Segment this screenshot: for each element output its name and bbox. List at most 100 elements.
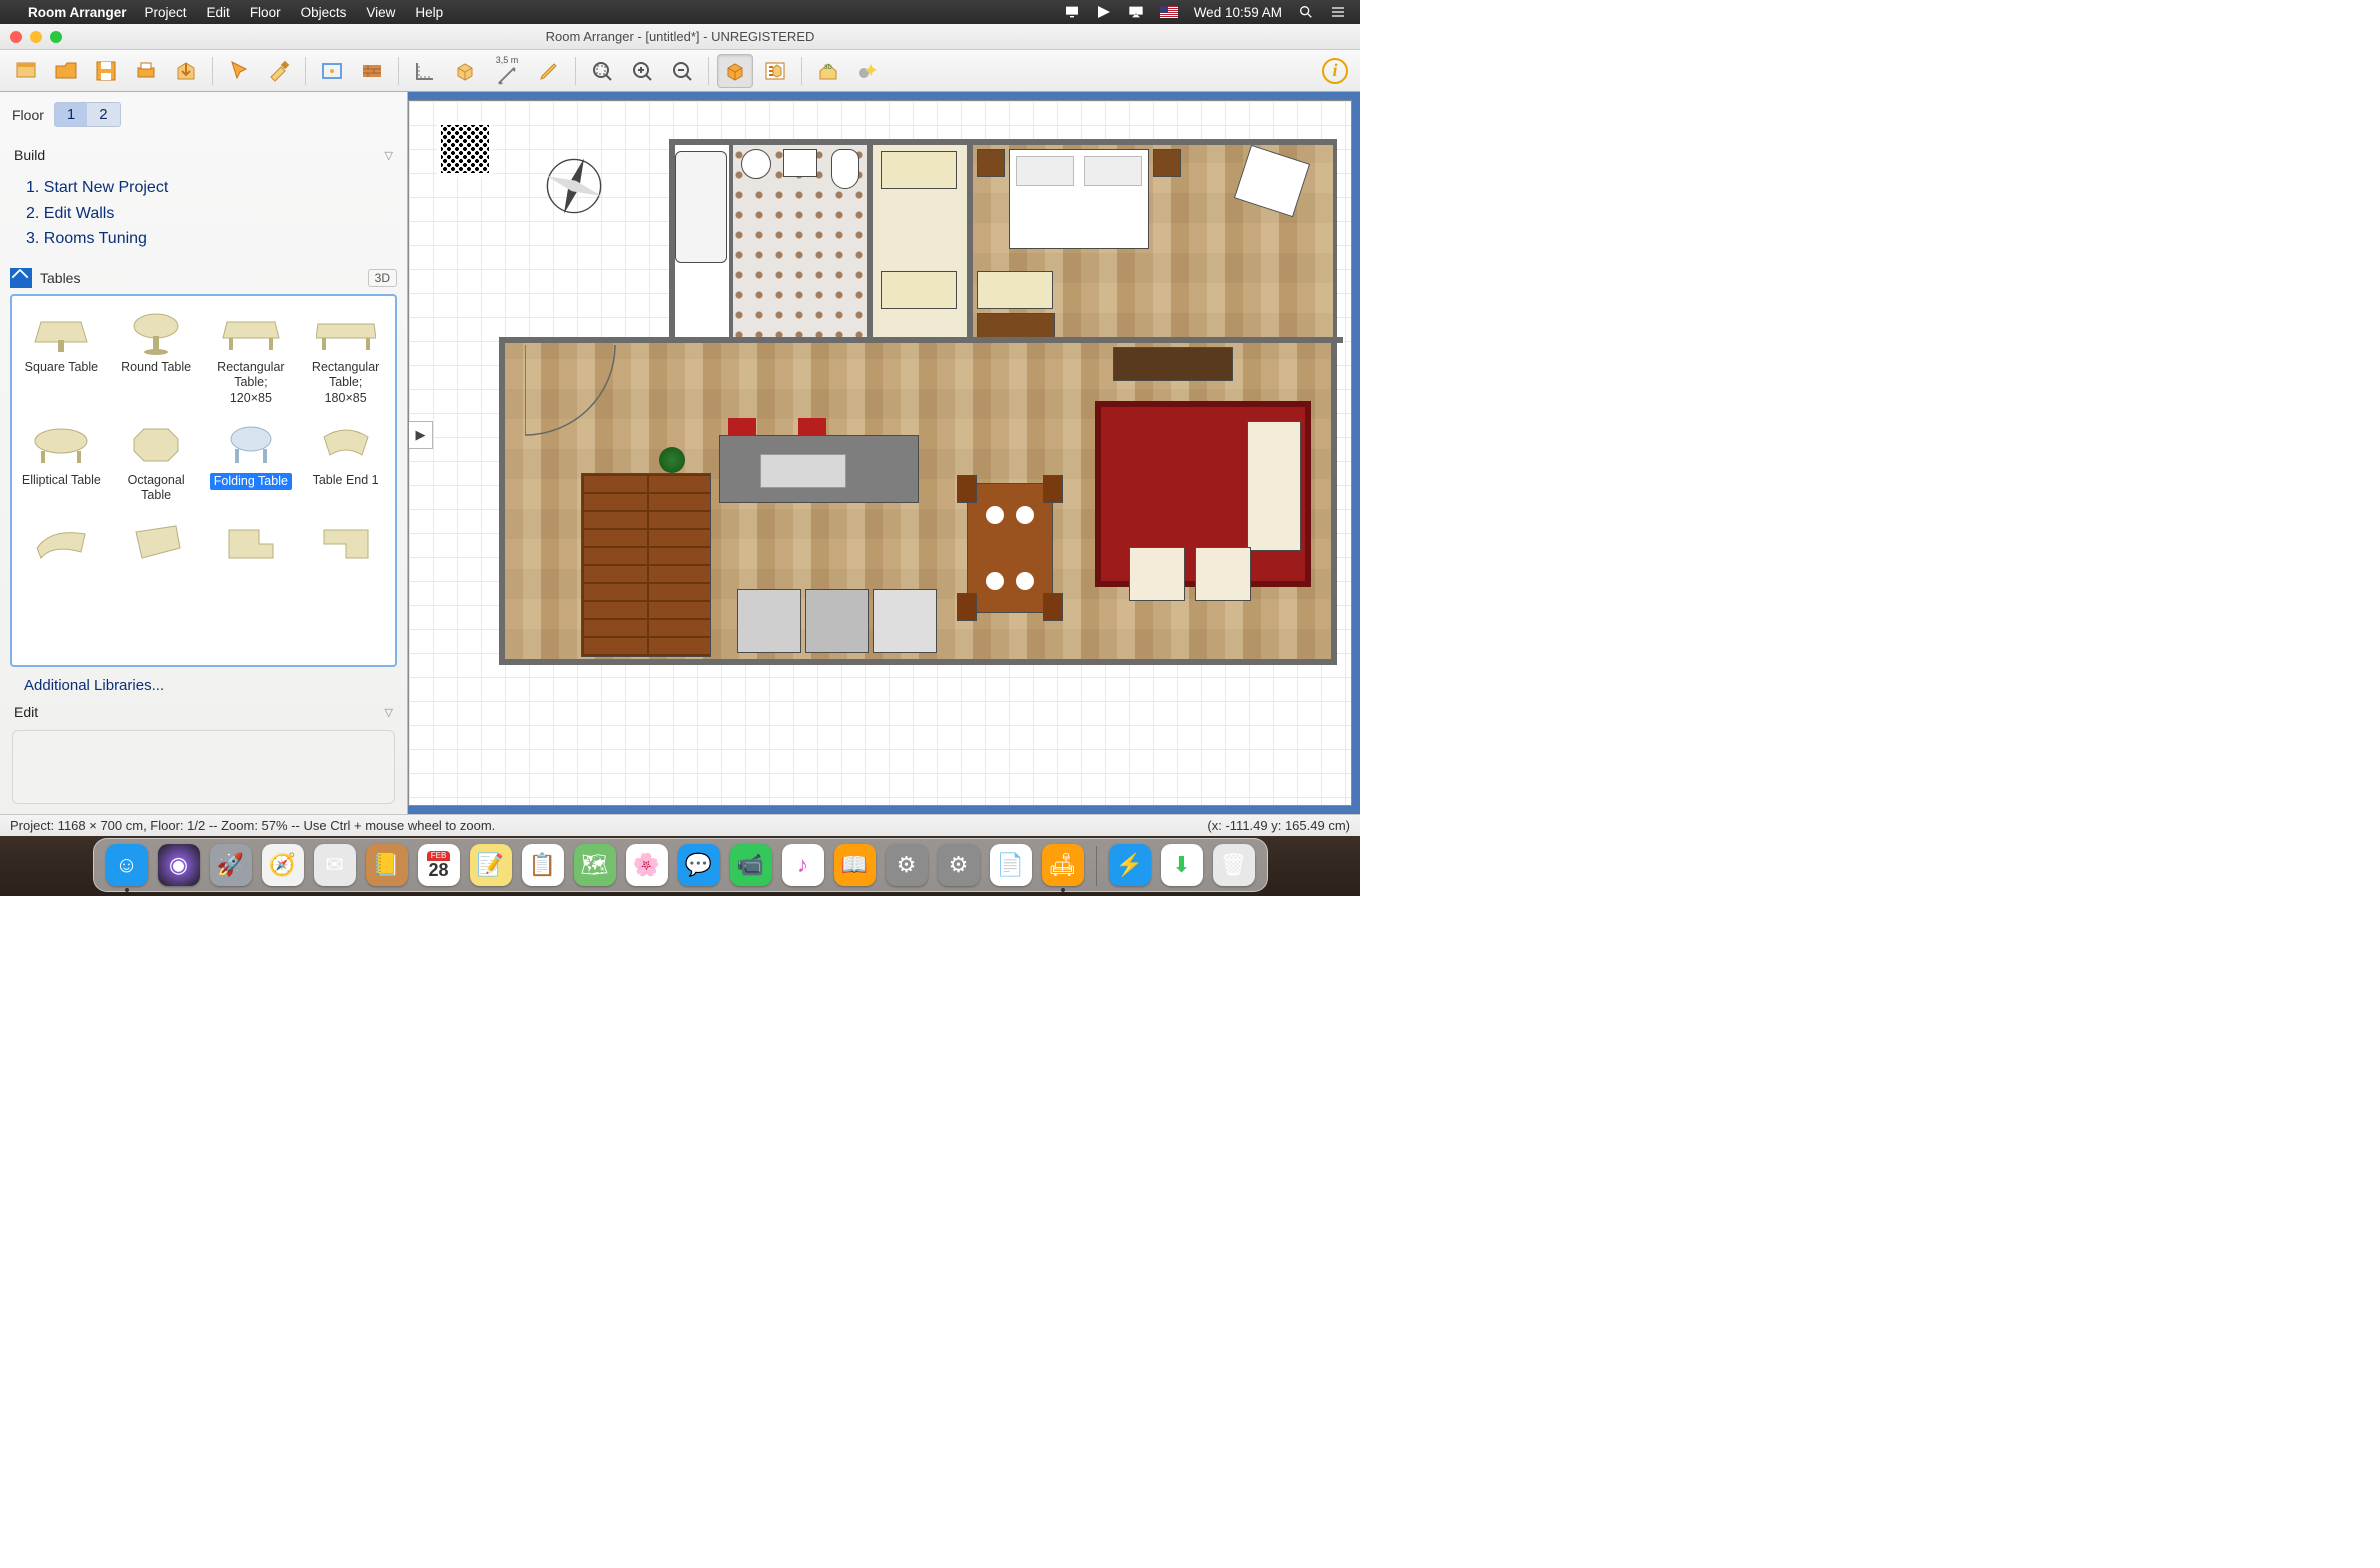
additional-libraries-link[interactable]: Additional Libraries... [10,667,397,698]
object-list-button[interactable] [757,54,793,88]
dock-maps-icon[interactable]: 🗺 [574,844,616,886]
gallery-item[interactable]: Round Table [111,302,202,409]
gallery-item[interactable]: Octagonal Table [111,415,202,506]
dock-reminders-icon[interactable]: 📋 [522,844,564,886]
measure-button[interactable]: 3,5 m [487,54,527,88]
effects-button[interactable] [850,54,886,88]
armchair[interactable] [1129,547,1185,601]
sidebar-expand-handle-icon[interactable]: ▶ [409,421,433,449]
edit-section-header[interactable]: Edit ▽ [10,698,397,726]
menu-project[interactable]: Project [145,5,187,20]
zoom-fit-button[interactable] [584,54,620,88]
bluetooth-icon[interactable] [1096,4,1112,20]
gallery-item[interactable]: Rectangular Table;120×85 [206,302,297,409]
build-section-header[interactable]: Build ▽ [10,141,397,169]
wall-tool-button[interactable] [354,54,390,88]
sink[interactable] [741,149,771,179]
appliance[interactable] [873,589,937,653]
nightstand[interactable] [1153,149,1181,177]
bed[interactable] [1009,149,1149,249]
dock-itunes-icon[interactable]: ♪ [782,844,824,886]
gallery-item[interactable] [16,512,107,572]
tv-unit[interactable] [1113,347,1233,381]
dock-ibooks-icon[interactable]: 📖 [834,844,876,886]
desk[interactable] [977,313,1055,339]
dock-textedit-icon[interactable]: 📄 [990,844,1032,886]
gallery-item[interactable]: Rectangular Table;180×85 [300,302,391,409]
export-button[interactable] [168,54,204,88]
notifications-icon[interactable] [1330,4,1346,20]
ruler-tool-button[interactable] [407,54,443,88]
dock-notes-icon[interactable]: 📝 [470,844,512,886]
sofa[interactable] [1247,421,1301,551]
pencil-button[interactable] [531,54,567,88]
dock-finder-icon[interactable]: ☺ [106,844,148,886]
nightstand[interactable] [977,149,1005,177]
kitchen-island[interactable] [719,435,919,503]
box-tool-button[interactable] [447,54,483,88]
zoom-in-button[interactable] [624,54,660,88]
menu-floor[interactable]: Floor [250,5,281,20]
dock-cache-icon[interactable]: ⚡ [1109,844,1151,886]
display-icon[interactable] [1064,4,1080,20]
print-button[interactable] [128,54,164,88]
save-project-button[interactable] [88,54,124,88]
floorplan-canvas[interactable]: ▶ [408,100,1352,806]
wardrobe[interactable] [977,271,1053,309]
build-step-2[interactable]: 2. Edit Walls [26,201,381,227]
menu-objects[interactable]: Objects [301,5,347,20]
info-button[interactable]: i [1322,58,1348,84]
gallery-item[interactable]: Elliptical Table [16,415,107,506]
floor-tab-1[interactable]: 1 [55,103,87,126]
dock-contacts-icon[interactable]: 📒 [366,844,408,886]
dock-roomarranger-icon[interactable]: 🛋 [1042,844,1084,886]
appliance[interactable] [805,589,869,653]
toilet[interactable] [831,149,859,189]
open-project-button[interactable] [48,54,84,88]
object-category-row[interactable]: Tables 3D [10,268,397,288]
gallery-item[interactable] [300,512,391,572]
wardrobe[interactable] [881,151,957,189]
gallery-item[interactable] [111,512,202,572]
gallery-item[interactable]: Table End 1 [300,415,391,506]
dock-preferences-icon[interactable]: ⚙ [938,844,980,886]
dock-downloads-icon[interactable]: ⬇ [1161,844,1203,886]
wardrobe[interactable] [881,271,957,309]
zoom-out-button[interactable] [664,54,700,88]
dock-messages-icon[interactable]: 💬 [678,844,720,886]
gallery-item[interactable]: Folding Table [206,415,297,506]
plant[interactable] [659,447,685,473]
dock-mail-icon[interactable]: ✉ [314,844,356,886]
staircase[interactable] [581,473,711,657]
dock-launchpad-icon[interactable]: 🚀 [210,844,252,886]
dining-table[interactable] [967,483,1053,613]
chair[interactable] [1043,475,1063,503]
floor-shape-button[interactable] [314,54,350,88]
floor-plan[interactable] [483,139,1323,805]
dock-calendar-icon[interactable]: FEB28 [418,844,460,886]
basin[interactable] [783,149,817,177]
dock-photos-icon[interactable]: 🌸 [626,844,668,886]
object-gallery[interactable]: Square TableRound TableRectangular Table… [10,294,397,667]
armchair[interactable] [1234,145,1310,217]
keyboard-flag-icon[interactable] [1160,6,1178,18]
menu-view[interactable]: View [366,5,395,20]
chair[interactable] [957,475,977,503]
menubar-clock[interactable]: Wed 10:59 AM [1194,5,1282,20]
dock-appstore-icon[interactable]: ⚙ [886,844,928,886]
floor-tab-2[interactable]: 2 [87,103,119,126]
armchair[interactable] [1195,547,1251,601]
build-step-3[interactable]: 3. Rooms Tuning [26,226,381,252]
view-3d-button[interactable] [717,54,753,88]
chair[interactable] [957,593,977,621]
appliance[interactable] [737,589,801,653]
chair[interactable] [1043,593,1063,621]
toggle-3d-badge[interactable]: 3D [368,269,397,287]
app-name[interactable]: Room Arranger [28,5,127,20]
gallery-item[interactable] [206,512,297,572]
spotlight-icon[interactable] [1298,4,1314,20]
gallery-item[interactable]: Square Table [16,302,107,409]
build-step-1[interactable]: 1. Start New Project [26,175,381,201]
render-3d-button[interactable] [810,54,846,88]
menu-edit[interactable]: Edit [207,5,230,20]
